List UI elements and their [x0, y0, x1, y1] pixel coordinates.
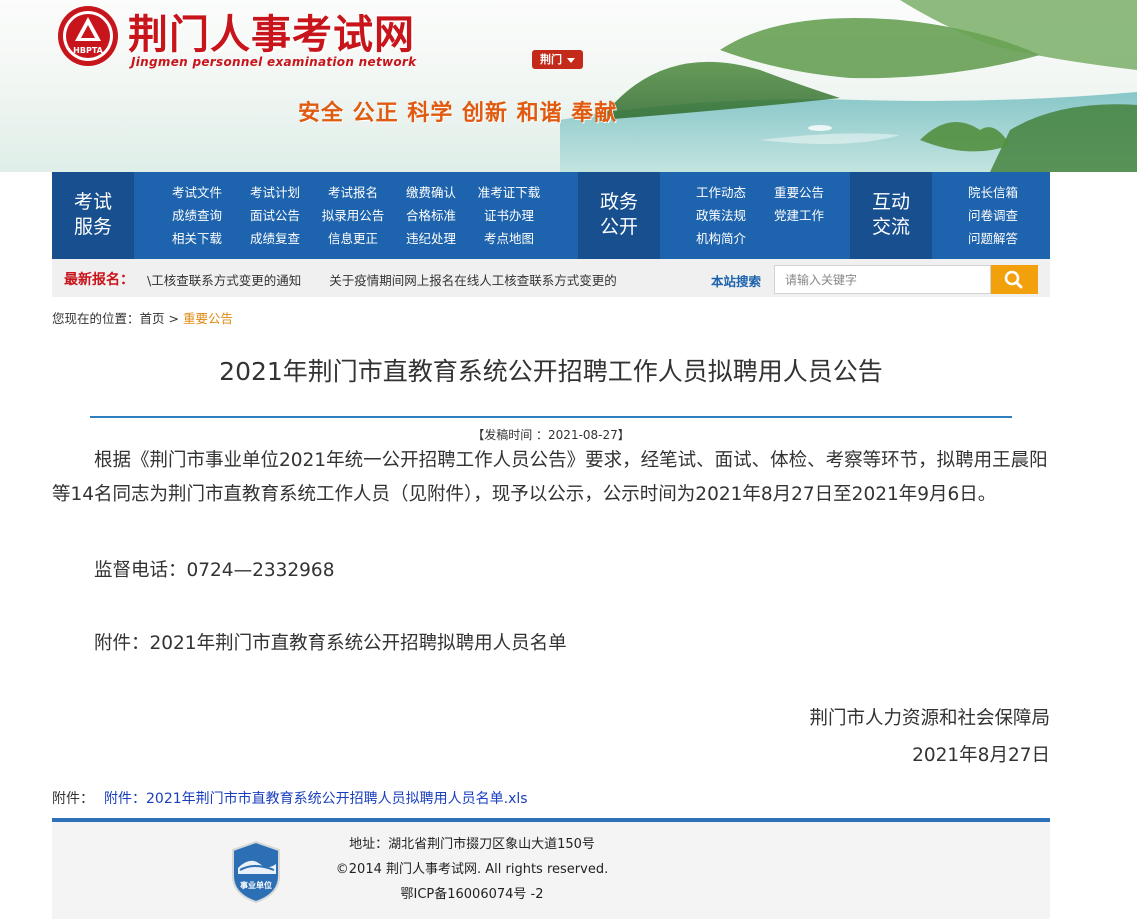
attachment-label: 附件：: [52, 791, 94, 807]
attachment-note: 附件：2021年荆门市直教育系统公开招聘拟聘用人员名单: [94, 633, 567, 654]
nav-group-interaction-title: 互动 交流: [850, 172, 932, 259]
caret-down-icon: [567, 57, 575, 63]
nav-link[interactable]: 缴费确认: [392, 184, 470, 202]
nav-link[interactable]: 拟录用公告: [314, 207, 392, 225]
article-paragraph: 根据《荆门市事业单位2021年统一公开招聘工作人员公告》要求，经笔试、面试、体检…: [52, 450, 1048, 505]
nav-link[interactable]: 面试公告: [236, 207, 314, 225]
nav-link[interactable]: 院长信箱: [954, 184, 1032, 202]
nav-link[interactable]: 成绩查询: [158, 207, 236, 225]
badge-text: 事业单位: [240, 880, 272, 890]
nav-group-title-line2: 公开: [599, 216, 638, 238]
breadcrumb-current[interactable]: 重要公告: [183, 311, 233, 326]
issuer-signature: 荆门市人力资源和社会保障局: [809, 708, 1050, 729]
latest-item[interactable]: \工核查联系方式变更的通知: [147, 273, 301, 288]
footer-info: 地址：湖北省荆门市掇刀区象山大道150号 ©2014 荆门人事考试网. All …: [292, 832, 652, 907]
search-label: 本站搜索: [711, 274, 762, 289]
nav-link[interactable]: 考试文件: [158, 184, 236, 202]
footer-address: 地址：湖北省荆门市掇刀区象山大道150号: [349, 837, 595, 852]
nav-group-interaction-links: 院长信箱 问卷调查 问题解答: [954, 184, 1032, 248]
breadcrumb: 您现在的位置：首页 > 重要公告: [52, 308, 233, 327]
city-selector-label: 荆门: [540, 53, 562, 66]
nav-link[interactable]: 考试报名: [314, 184, 392, 202]
attachment-row: 附件： 附件：2021年荆门市市直教育系统公开招聘人员拟聘用人员名单.xls: [52, 788, 528, 808]
supervision-phone: 监督电话：0724—2332968: [94, 560, 335, 581]
nav-group-title-line2: 服务: [73, 216, 112, 238]
nav-link[interactable]: 考试计划: [236, 184, 314, 202]
city-selector-dropdown[interactable]: 荆门: [532, 50, 583, 69]
breadcrumb-prefix: 您现在的位置：: [52, 311, 140, 326]
nav-link[interactable]: 违纪处理: [392, 230, 470, 248]
nav-link[interactable]: 成绩复查: [236, 230, 314, 248]
nav-group-exam-service-title: 考试 服务: [52, 172, 134, 259]
search-input[interactable]: [774, 265, 991, 294]
footer-copyright: ©2014 荆门人事考试网. All rights reserved.: [335, 862, 609, 877]
breadcrumb-separator: >: [168, 311, 179, 326]
issue-date: 2021年8月27日: [912, 745, 1050, 766]
footer: 事业单位 地址：湖北省荆门市掇刀区象山大道150号 ©2014 荆门人事考试网.…: [52, 818, 1050, 919]
search-button[interactable]: [991, 265, 1038, 294]
logo-text: HBPTA: [73, 46, 103, 55]
site-title[interactable]: 荆门人事考试网: [128, 2, 415, 60]
nav-link[interactable]: 相关下载: [158, 230, 236, 248]
latest-label: 最新报名：: [64, 272, 134, 288]
nav-link[interactable]: 证书办理: [470, 207, 548, 225]
publish-date: 【发稿时间 ：2021-08-27】: [472, 428, 630, 442]
main-nav: 考试 服务 考试文件 考试计划 考试报名 缴费确认 准考证下载 成绩查询 面试公…: [52, 172, 1050, 259]
public-institution-badge-icon[interactable]: 事业单位: [230, 840, 282, 904]
nav-link[interactable]: 问题解答: [954, 230, 1032, 248]
nav-group-title-line1: 互动: [871, 191, 910, 213]
nav-group-title-line1: 政务: [599, 191, 638, 213]
breadcrumb-home[interactable]: 首页: [140, 311, 165, 326]
nav-group-exam-service-links: 考试文件 考试计划 考试报名 缴费确认 准考证下载 成绩查询 面试公告 拟录用公…: [158, 184, 548, 248]
attachment-link[interactable]: 附件：2021年荆门市市直教育系统公开招聘人员拟聘用人员名单.xls: [104, 791, 528, 807]
nav-group-title-line1: 考试: [73, 191, 112, 213]
nav-link[interactable]: 政策法规: [682, 207, 760, 225]
nav-link[interactable]: 重要公告: [760, 184, 838, 202]
slogan: 安全 公正 科学 创新 和谐 奉献: [298, 100, 618, 126]
nav-group-gov-affairs-title: 政务 公开: [578, 172, 660, 259]
magnifier-icon: [1004, 270, 1023, 289]
nav-link[interactable]: 合格标准: [392, 207, 470, 225]
header-banner: HBPTA 荆门人事考试网 Jingmen personnel examinat…: [0, 0, 1137, 172]
article-title: 2021年荆门市直教育系统公开招聘工作人员拟聘用人员公告: [219, 357, 883, 386]
nav-link[interactable]: 准考证下载: [470, 184, 548, 202]
nav-group-gov-affairs-links: 工作动态 重要公告 政策法规 党建工作 机构简介: [682, 184, 838, 248]
title-divider: [90, 416, 1012, 418]
nav-link[interactable]: 机构简介: [682, 230, 760, 248]
site-subtitle: Jingmen personnel examination network: [131, 55, 417, 69]
footer-icp[interactable]: 鄂ICP备16006074号 -2: [292, 882, 652, 907]
latest-ticker: \工核查联系方式变更的通知 关于疫情期间网上报名在线人工核查联系方式变更的: [147, 270, 667, 288]
nav-group-title-line2: 交流: [871, 216, 910, 238]
latest-item[interactable]: 关于疫情期间网上报名在线人工核查联系方式变更的: [329, 273, 617, 288]
nav-link[interactable]: 工作动态: [682, 184, 760, 202]
latest-news-bar: 最新报名： \工核查联系方式变更的通知 关于疫情期间网上报名在线人工核查联系方式…: [52, 259, 1050, 297]
hbpta-emblem-icon: HBPTA: [58, 6, 118, 66]
nav-link[interactable]: 党建工作: [760, 207, 838, 225]
nav-link[interactable]: 信息更正: [314, 230, 392, 248]
nav-link[interactable]: 考点地图: [470, 230, 548, 248]
nav-link[interactable]: 问卷调查: [954, 207, 1032, 225]
